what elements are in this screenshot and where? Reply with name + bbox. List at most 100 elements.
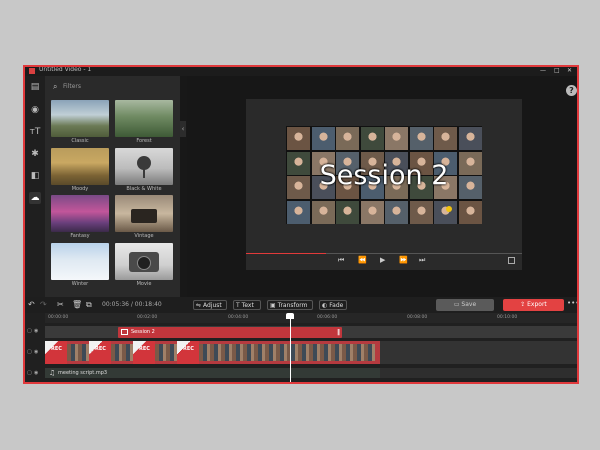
lock-icon[interactable]: ▢ [27,328,32,334]
text-clip[interactable]: Session 2 ‖ [118,327,342,338]
filter-icon[interactable]: ☁ [29,192,41,204]
adjust-button[interactable]: ⇋ Adjust [193,300,227,310]
prev-frame-icon[interactable]: ⏮ [338,256,344,265]
filter-thumb-moody[interactable] [51,148,109,185]
filter-thumb-vintage[interactable] [115,195,173,232]
filter-search-placeholder: Filters [63,83,81,90]
text-label: Text [241,302,254,309]
time-display: 00:05:36 / 00:18:40 [102,301,162,308]
visibility-icon[interactable]: ◉ [34,349,38,355]
lock-icon[interactable]: ▢ [27,349,32,355]
export-label: Export [527,301,547,308]
time-ruler[interactable]: 00:00:00 00:02:00 00:04:00 00:06:00 00:0… [45,313,577,323]
more-options-button[interactable]: ••• [567,299,577,307]
left-toolbar: ▤ ◉ тT ✱ ◧ ☁ [25,76,45,297]
filter-thumb-fantasy[interactable] [51,195,109,232]
video-frame[interactable]: Session 2 [286,126,482,224]
media-icon[interactable]: ▤ [29,81,41,93]
maximize-icon[interactable]: □ [554,67,560,74]
fade-button[interactable]: ◐ Fade [319,300,347,310]
window-title: Untitled Video - 1 [39,66,92,73]
delete-icon[interactable]: 🗑 [72,300,82,309]
filter-thumb-classic[interactable] [51,100,109,137]
video-thumbnail-frame [265,344,287,361]
filter-thumb-black-white[interactable] [115,148,173,185]
clip-trim-handle[interactable]: ‖ [337,329,340,336]
transform-button[interactable]: ▣ Transform [267,300,313,310]
collapse-panel-button[interactable]: ‹ [180,121,186,137]
transform-icon: ▣ [270,302,276,309]
audio-track: ♫ meeting script.mp3 [45,368,577,378]
undo-icon[interactable]: ↶ [28,300,35,309]
export-button[interactable]: ⇪ Export [503,299,564,311]
participant-tile [287,200,310,224]
tree-trunk [143,168,145,178]
lock-icon[interactable]: ▢ [27,370,32,376]
filter-thumb-forest[interactable] [115,100,173,137]
app-logo-icon [29,68,35,74]
filter-label: Winter [71,281,89,287]
video-thumbnail-frame [243,344,265,361]
participant-tile [409,200,433,224]
video-thumbnail-frame [353,344,375,361]
rec-label: REC [139,346,150,352]
video-thumbnail-frame [199,344,221,361]
text-button[interactable]: T Text [233,300,261,310]
filter-label: Black & White [126,186,162,192]
filter-label: Forest [136,138,152,144]
filter-search[interactable]: ⌕ Filters [51,82,175,93]
participant-tile [360,127,384,150]
help-icon[interactable]: ? [566,85,577,96]
camera-shape [131,209,157,223]
text-clip-label: Session 2 [131,329,155,335]
redo-icon[interactable]: ↷ [40,300,47,309]
forward-icon[interactable]: ⏩ [399,256,408,264]
tick-label: 00:00:00 [48,315,69,320]
tick-label: 00:08:00 [407,315,428,320]
video-clip[interactable]: REC REC REC REC [45,341,380,364]
video-player: Session 2 ⏮ ⏪ ▶ ⏩ ⏭ [246,99,522,270]
filter-thumb-winter[interactable] [51,243,109,280]
minimize-icon[interactable]: — [540,67,546,74]
transform-label: Transform [277,302,308,309]
fullscreen-icon[interactable] [508,257,515,264]
participant-tile [336,200,359,224]
app-window: Untitled Video - 1 — □ ✕ ▤ ◉ тT ✱ ◧ ☁ ⌕ … [23,65,579,384]
audio-clip[interactable]: ♫ meeting script.mp3 [45,368,380,378]
filter-thumb-movie[interactable] [115,243,173,280]
play-icon[interactable]: ▶ [380,256,385,264]
text-icon[interactable]: тT [29,126,41,138]
filter-label: Vintage [134,233,154,239]
filter-label: Movie [136,281,152,287]
video-thumbnail-frame [111,344,133,361]
close-icon[interactable]: ✕ [567,67,572,74]
rec-label: REC [95,346,106,352]
tick-label: 00:10:00 [497,315,518,320]
duplicate-icon[interactable]: ⧉ [86,300,92,310]
rec-label: REC [183,346,194,352]
filter-label: Moody [71,186,89,192]
rewind-icon[interactable]: ⏪ [358,256,367,264]
save-button[interactable]: ▭ Save [436,299,494,311]
video-thumbnail-frame [155,344,177,361]
template-icon[interactable]: ◉ [29,104,41,116]
participant-tile [287,127,310,150]
effects-icon[interactable]: ✱ [29,148,41,160]
audio-clip-label: meeting script.mp3 [58,370,108,376]
progress-bar[interactable] [246,253,522,254]
next-frame-icon[interactable]: ⏭ [419,256,425,265]
overlay-text: Session 2 [319,160,449,191]
timeline: 00:00:00 00:02:00 00:04:00 00:06:00 00:0… [25,313,577,382]
visibility-icon[interactable]: ◉ [34,328,38,334]
transition-icon[interactable]: ◧ [29,170,41,182]
participant-tile [336,127,359,150]
cut-icon[interactable]: ✂ [57,300,64,309]
playhead[interactable] [290,313,291,382]
rec-frame: REC [133,341,155,364]
text-clip-icon [121,329,128,335]
participant-tile [409,127,433,150]
visibility-icon[interactable]: ◉ [34,370,38,376]
participant-tile [311,127,335,150]
participant-tile [434,127,457,150]
rec-label: REC [51,346,62,352]
